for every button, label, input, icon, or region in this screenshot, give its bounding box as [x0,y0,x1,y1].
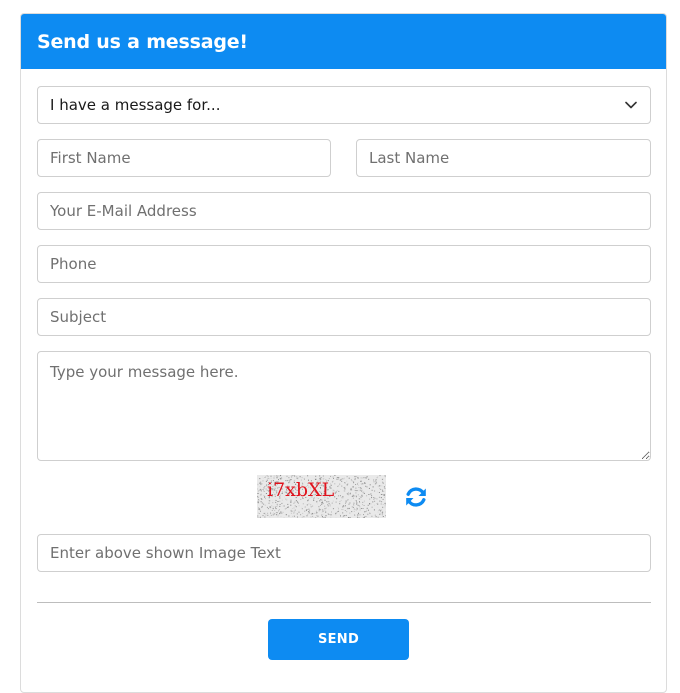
captcha-image: i7xbXL [257,475,386,518]
captcha-refresh-button[interactable] [403,484,429,510]
refresh-icon [403,484,429,510]
form-title: Send us a message! [37,31,248,53]
email-input[interactable] [37,192,651,230]
captcha-text: i7xbXL [267,479,335,501]
recipient-select-value: I have a message for... [50,96,220,114]
message-textarea[interactable] [37,351,651,461]
chevron-down-icon [624,98,638,112]
subject-input[interactable] [37,298,651,336]
divider [37,602,651,603]
last-name-input[interactable] [356,139,651,177]
recipient-select[interactable]: I have a message for... [37,86,651,124]
phone-input[interactable] [37,245,651,283]
first-name-input[interactable] [37,139,331,177]
contact-form-card: Send us a message! I have a message for.… [20,13,667,693]
form-header: Send us a message! [21,14,666,69]
captcha-input[interactable] [37,534,651,572]
send-button[interactable]: SEND [268,619,409,660]
